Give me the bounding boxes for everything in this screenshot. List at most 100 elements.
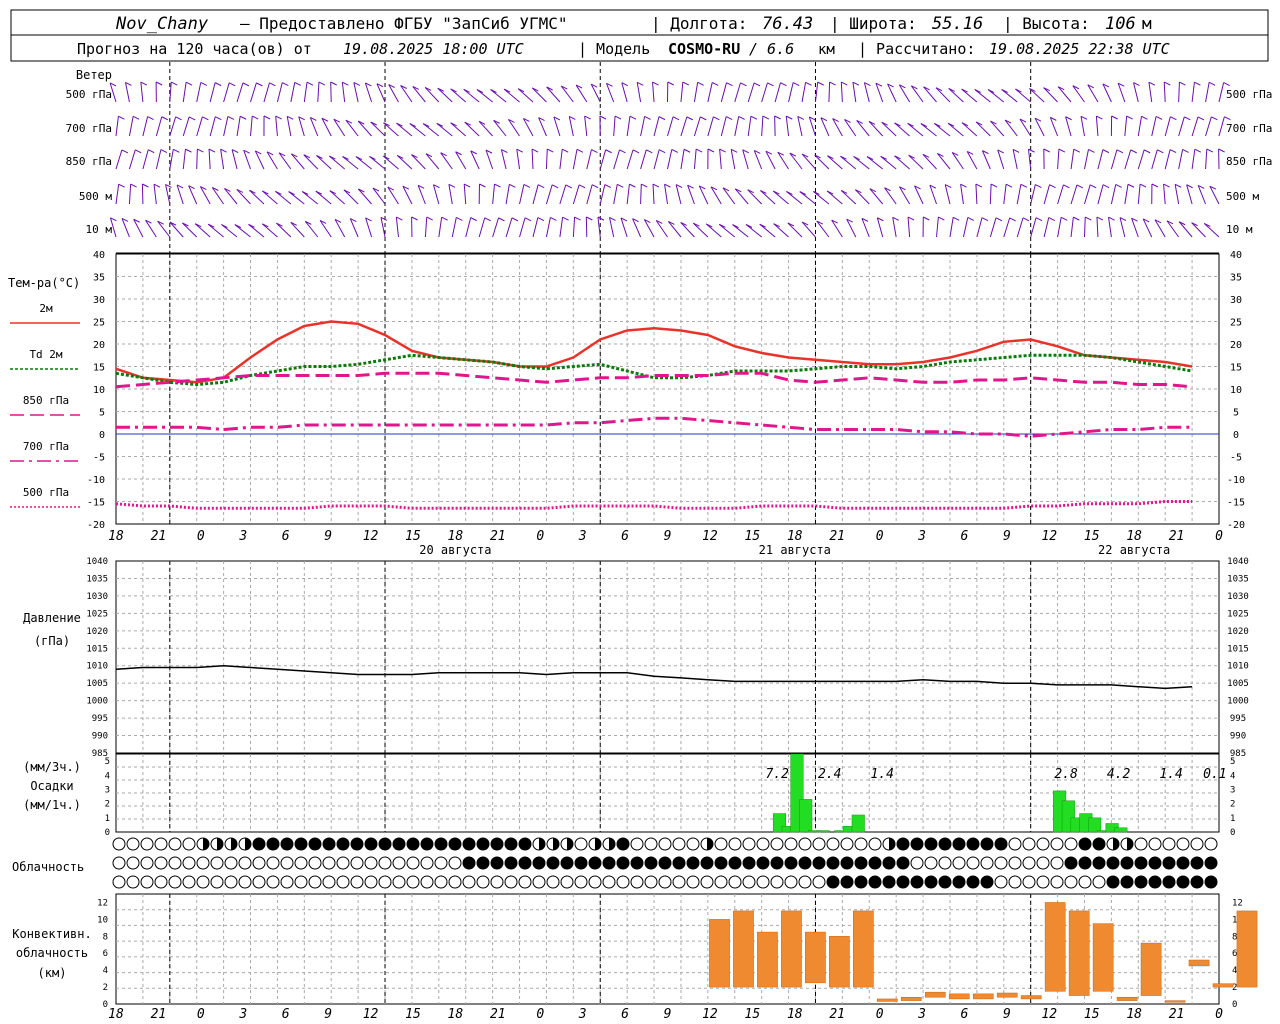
wind-barb-flag xyxy=(644,115,651,120)
wind-barb xyxy=(559,149,563,170)
wind-barb xyxy=(1102,83,1112,103)
wind-barb-flag xyxy=(923,216,930,221)
wind-barb xyxy=(1205,82,1210,103)
precip-total-label: 2.4 xyxy=(818,767,841,782)
cloud-symbol-fill xyxy=(1079,838,1091,850)
cloud-symbol xyxy=(322,856,336,870)
hour-label: 12 xyxy=(702,529,718,544)
wind-barb xyxy=(730,149,736,170)
wind-barb-flag xyxy=(155,81,163,86)
press-tick-right: 990 xyxy=(1230,732,1246,742)
cloud-symbol xyxy=(1050,856,1064,870)
cloud-symbol xyxy=(280,856,294,870)
wind-barb xyxy=(1049,117,1059,137)
cloud-symbol xyxy=(1008,837,1022,851)
wind-barb xyxy=(263,82,270,103)
pressure-panel: 1040 1040 1035 1035 1030 1030 1025 1025 1020 1020… xyxy=(23,557,1249,759)
wind-barb xyxy=(478,120,494,137)
press-tick-right: 1010 xyxy=(1227,662,1249,672)
cloud-symbol-fill xyxy=(939,876,951,888)
wind-level-label: 10 м xyxy=(86,223,113,236)
press-tick-right: 1030 xyxy=(1227,592,1249,602)
wind-barb-flag xyxy=(318,81,326,86)
wind-barb xyxy=(667,221,682,238)
wind-barb xyxy=(621,82,628,103)
wind-barb-flag xyxy=(330,81,337,86)
cloud-symbol-fill xyxy=(323,838,335,850)
wind-barb xyxy=(223,82,230,103)
wind-barb xyxy=(165,184,171,205)
hour-label-bottom: 0 xyxy=(197,1007,205,1022)
wind-barb-flag xyxy=(584,115,591,120)
wind-barb-flag xyxy=(750,115,758,120)
wind-barb-flag xyxy=(550,216,557,221)
conv-bar xyxy=(781,910,802,988)
cloud-symbol-fill xyxy=(1177,876,1189,888)
hour-label: 3 xyxy=(578,529,587,544)
wind-barb xyxy=(640,149,647,170)
wind-barb xyxy=(920,123,937,137)
temp-legend-label: 850 гПа xyxy=(23,394,69,407)
wind-barb-flag xyxy=(682,81,690,86)
wind-barb xyxy=(1178,116,1185,137)
cloud-symbol-fill xyxy=(491,857,503,869)
cloud-symbol xyxy=(756,875,770,889)
cloud-symbol xyxy=(644,837,658,851)
cloud-symbol xyxy=(658,837,672,851)
cloud-symbol-half xyxy=(231,838,237,850)
wind-barb-flag xyxy=(1148,81,1156,86)
cloud-symbol-half xyxy=(553,838,559,850)
wind-barb xyxy=(907,122,924,137)
conv-bar xyxy=(877,998,898,1002)
wind-barb-flag xyxy=(632,149,640,154)
cloud-symbol xyxy=(1092,875,1106,889)
wind-barb-flag xyxy=(753,82,761,87)
wind-barb-flag xyxy=(306,81,314,86)
wind-barb xyxy=(680,222,695,238)
wind-barb xyxy=(545,217,551,238)
cloud-symbol xyxy=(378,856,392,870)
cloud-symbol xyxy=(364,875,378,889)
wind-barb xyxy=(220,149,225,170)
cloud-symbol xyxy=(700,875,714,889)
conv-unit: (км) xyxy=(38,966,67,980)
wind-barb xyxy=(707,82,713,103)
wind-barb xyxy=(376,83,386,103)
wind-barb xyxy=(519,184,525,205)
wind-barb-flag xyxy=(599,115,607,120)
wind-barb xyxy=(785,116,790,137)
conv-tick-left: 6 xyxy=(103,949,108,959)
wind-barb-flag xyxy=(1058,148,1066,153)
wind-barb xyxy=(914,185,924,205)
wind-barb xyxy=(182,222,198,238)
cloud-symbol-fill xyxy=(1205,876,1217,888)
wind-barb xyxy=(124,82,130,103)
wind-barb xyxy=(827,155,843,170)
cloud-symbol xyxy=(322,875,336,889)
conv-bar xyxy=(900,996,922,1001)
wind-barb xyxy=(987,89,1005,103)
cloud-symbol-fill xyxy=(463,838,475,850)
precip-tick-left: 2 xyxy=(105,800,110,810)
wind-barb xyxy=(961,122,978,137)
wind-barb xyxy=(517,88,534,103)
hour-label-bottom: 3 xyxy=(578,1007,587,1022)
cloud-symbol-fill xyxy=(1121,857,1133,869)
model-name: COSMO-RU xyxy=(668,40,740,58)
cloud-symbol xyxy=(672,875,686,889)
cloud-symbol xyxy=(588,875,602,889)
wind-barb xyxy=(369,156,386,170)
cloud-symbol-half xyxy=(1113,838,1119,850)
cloud-symbol-fill xyxy=(855,857,867,869)
hour-label-bottom: 9 xyxy=(1003,1007,1011,1022)
cloud-symbol xyxy=(602,875,616,889)
wind-barb xyxy=(640,183,642,205)
cloud-symbol xyxy=(238,856,252,870)
wind-barb xyxy=(828,81,831,103)
cloud-symbol xyxy=(574,837,588,851)
cloud-symbol xyxy=(714,837,728,851)
wind-level-label: 700 гПа xyxy=(66,122,112,135)
wind-barb xyxy=(142,116,149,137)
wind-barb-flag xyxy=(1096,216,1104,221)
wind-barb-flag xyxy=(1035,217,1043,222)
